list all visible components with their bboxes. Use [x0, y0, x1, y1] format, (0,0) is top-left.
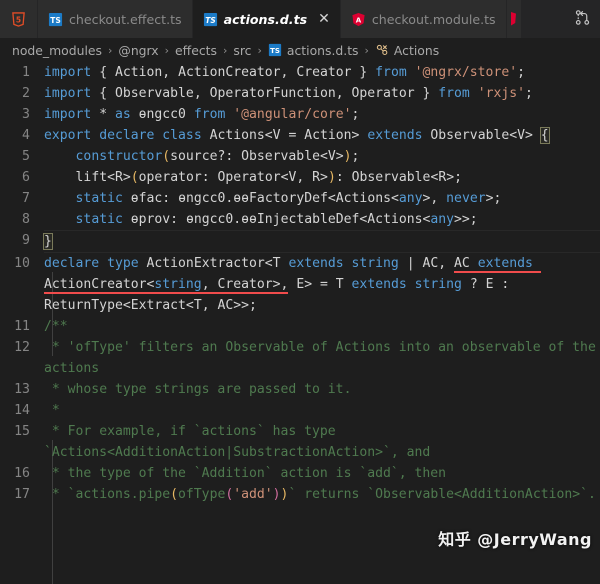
angular-file-icon: A — [351, 12, 366, 27]
typescript-file-icon: TS — [48, 12, 63, 27]
code-line-10[interactable]: 10 declare type ActionExtractor<T extend… — [0, 253, 600, 316]
breadcrumb-separator: › — [364, 43, 369, 57]
editor-actions — [570, 0, 600, 38]
breadcrumb-item-actions-symbol[interactable]: Actions — [374, 43, 440, 58]
line-number: 7 — [22, 191, 30, 206]
tab-overflow-partial[interactable] — [506, 0, 522, 38]
code-line-14[interactable]: 14 * — [0, 400, 600, 421]
line-number: 11 — [14, 319, 30, 334]
line-number: 10 — [14, 256, 30, 271]
tab-actions-d-ts[interactable]: TS actions.d.ts ✕ — [192, 0, 341, 38]
code-content: * whose type strings are passed to it. — [44, 382, 352, 397]
code-line-12[interactable]: 12 * 'ofType' filters an Observable of A… — [0, 337, 600, 379]
code-line-1[interactable]: 1 import { Action, ActionCreator, Creato… — [0, 62, 600, 83]
line-number: 3 — [22, 107, 30, 122]
tab-label: checkout.module.ts — [371, 11, 496, 27]
line-number: 13 — [14, 382, 30, 397]
breadcrumb-label: actions.d.ts — [286, 42, 359, 58]
breadcrumb-label: src — [233, 42, 252, 58]
line-number: 14 — [14, 403, 30, 418]
typescript-file-icon: TS — [203, 12, 218, 27]
line-number: 16 — [14, 466, 30, 481]
code-line-4[interactable]: 4 export declare class Actions<V = Actio… — [0, 125, 600, 146]
breadcrumb-separator: › — [108, 43, 113, 57]
breadcrumb-item-src[interactable]: src — [232, 43, 252, 58]
code-content: static ɵfac: ɵngcc0.ɵɵFactoryDef<Actions… — [75, 191, 502, 206]
code-line-15[interactable]: 15 * For example, if `actions` has type … — [0, 421, 600, 463]
code-content: static ɵprov: ɵngcc0.ɵɵInjectableDef<Act… — [75, 212, 478, 227]
svg-text:TS: TS — [270, 47, 280, 55]
code-line-16[interactable]: 16 * the type of the `Addition` action i… — [0, 463, 600, 484]
breadcrumb-item-actions-d-ts[interactable]: TS actions.d.ts — [267, 43, 360, 58]
svg-text:5: 5 — [16, 15, 21, 24]
breadcrumb-label: node_modules — [12, 42, 103, 58]
tab-label: actions.d.ts — [223, 11, 308, 27]
code-content: declare type ActionExtractor<T extends s… — [44, 253, 600, 316]
angular-file-icon — [511, 12, 517, 26]
code-content: } — [43, 230, 600, 253]
code-line-7[interactable]: 7 static ɵfac: ɵngcc0.ɵɵFactoryDef<Actio… — [0, 188, 600, 209]
line-number: 2 — [22, 86, 30, 101]
line-number: 5 — [22, 149, 30, 164]
code-line-8[interactable]: 8 static ɵprov: ɵngcc0.ɵɵInjectableDef<A… — [0, 209, 600, 230]
breadcrumb-separator: › — [164, 43, 170, 57]
breadcrumb-label: Actions — [393, 42, 440, 58]
breadcrumb-separator: › — [222, 43, 228, 57]
line-number: 4 — [22, 128, 30, 143]
breadcrumb-item-ngrx[interactable]: @ngrx — [117, 43, 159, 58]
svg-text:TS: TS — [205, 15, 216, 24]
breadcrumb-item-effects[interactable]: effects — [174, 43, 218, 58]
code-line-3[interactable]: 3 import * as ɵngcc0 from '@angular/core… — [0, 104, 600, 125]
tab-html5-file[interactable]: 5 — [0, 0, 38, 38]
code-content: import * as ɵngcc0 from '@angular/core'; — [44, 107, 360, 122]
code-content: /** — [44, 319, 68, 334]
tab-checkout-module-ts[interactable]: A checkout.module.ts — [340, 0, 507, 38]
line-number: 8 — [22, 212, 30, 227]
tab-checkout-effect-ts[interactable]: TS checkout.effect.ts — [38, 0, 193, 38]
breadcrumb-label: effects — [175, 42, 217, 58]
code-content: * 'ofType' filters an Observable of Acti… — [44, 340, 596, 376]
code-content: export declare class Actions<V = Action>… — [44, 127, 550, 144]
close-icon[interactable]: ✕ — [318, 12, 330, 26]
code-line-6[interactable]: 6 lift<R>(operator: Operator<V, R>): Obs… — [0, 167, 600, 188]
svg-text:TS: TS — [50, 15, 61, 24]
code-line-17[interactable]: 17 * `actions.pipe(ofType('add'))` retur… — [0, 484, 600, 505]
git-compare-icon[interactable] — [574, 9, 591, 30]
html5-file-icon: 5 — [11, 11, 26, 27]
code-content: constructor(source?: Observable<V>); — [75, 149, 360, 164]
breadcrumb-item-node_modules[interactable]: node_modules — [11, 43, 103, 58]
class-symbol-icon — [375, 43, 390, 58]
breadcrumb-label: @ngrx — [118, 42, 159, 58]
svg-text:A: A — [356, 15, 362, 24]
tab-label: checkout.effect.ts — [69, 11, 182, 27]
typescript-file-icon: TS — [268, 43, 283, 58]
code-content: * For example, if `actions` has type `Ac… — [44, 424, 431, 460]
watermark: 知乎 @JerryWang — [438, 530, 592, 549]
code-content: import { Observable, OperatorFunction, O… — [44, 86, 533, 101]
line-number: 15 — [14, 424, 30, 439]
code-line-13[interactable]: 13 * whose type strings are passed to it… — [0, 379, 600, 400]
line-number: 1 — [22, 65, 30, 80]
editor-tab-bar: 5 TS checkout.effect.ts TS actions.d.ts … — [0, 0, 600, 38]
code-content: * `actions.pipe(ofType('add'))` returns … — [44, 487, 596, 502]
code-content: import { Action, ActionCreator, Creator … — [44, 65, 525, 80]
breadcrumb: node_modules › @ngrx › effects › src › T… — [0, 38, 600, 62]
line-number: 6 — [22, 170, 30, 185]
code-line-5[interactable]: 5 constructor(source?: Observable<V>); — [0, 146, 600, 167]
code-content: * — [44, 403, 60, 418]
code-line-2[interactable]: 2 import { Observable, OperatorFunction,… — [0, 83, 600, 104]
code-line-11[interactable]: 11 /** — [0, 316, 600, 337]
code-editor[interactable]: 1 import { Action, ActionCreator, Creato… — [0, 62, 600, 584]
code-content: * the type of the `Addition` action is `… — [44, 466, 447, 481]
line-number: 9 — [22, 233, 30, 248]
line-number: 17 — [14, 487, 30, 502]
code-content: lift<R>(operator: Operator<V, R>): Obser… — [75, 170, 463, 185]
line-number: 12 — [14, 340, 30, 355]
code-line-9[interactable]: 9 } — [0, 230, 600, 253]
breadcrumb-separator: › — [257, 43, 262, 57]
